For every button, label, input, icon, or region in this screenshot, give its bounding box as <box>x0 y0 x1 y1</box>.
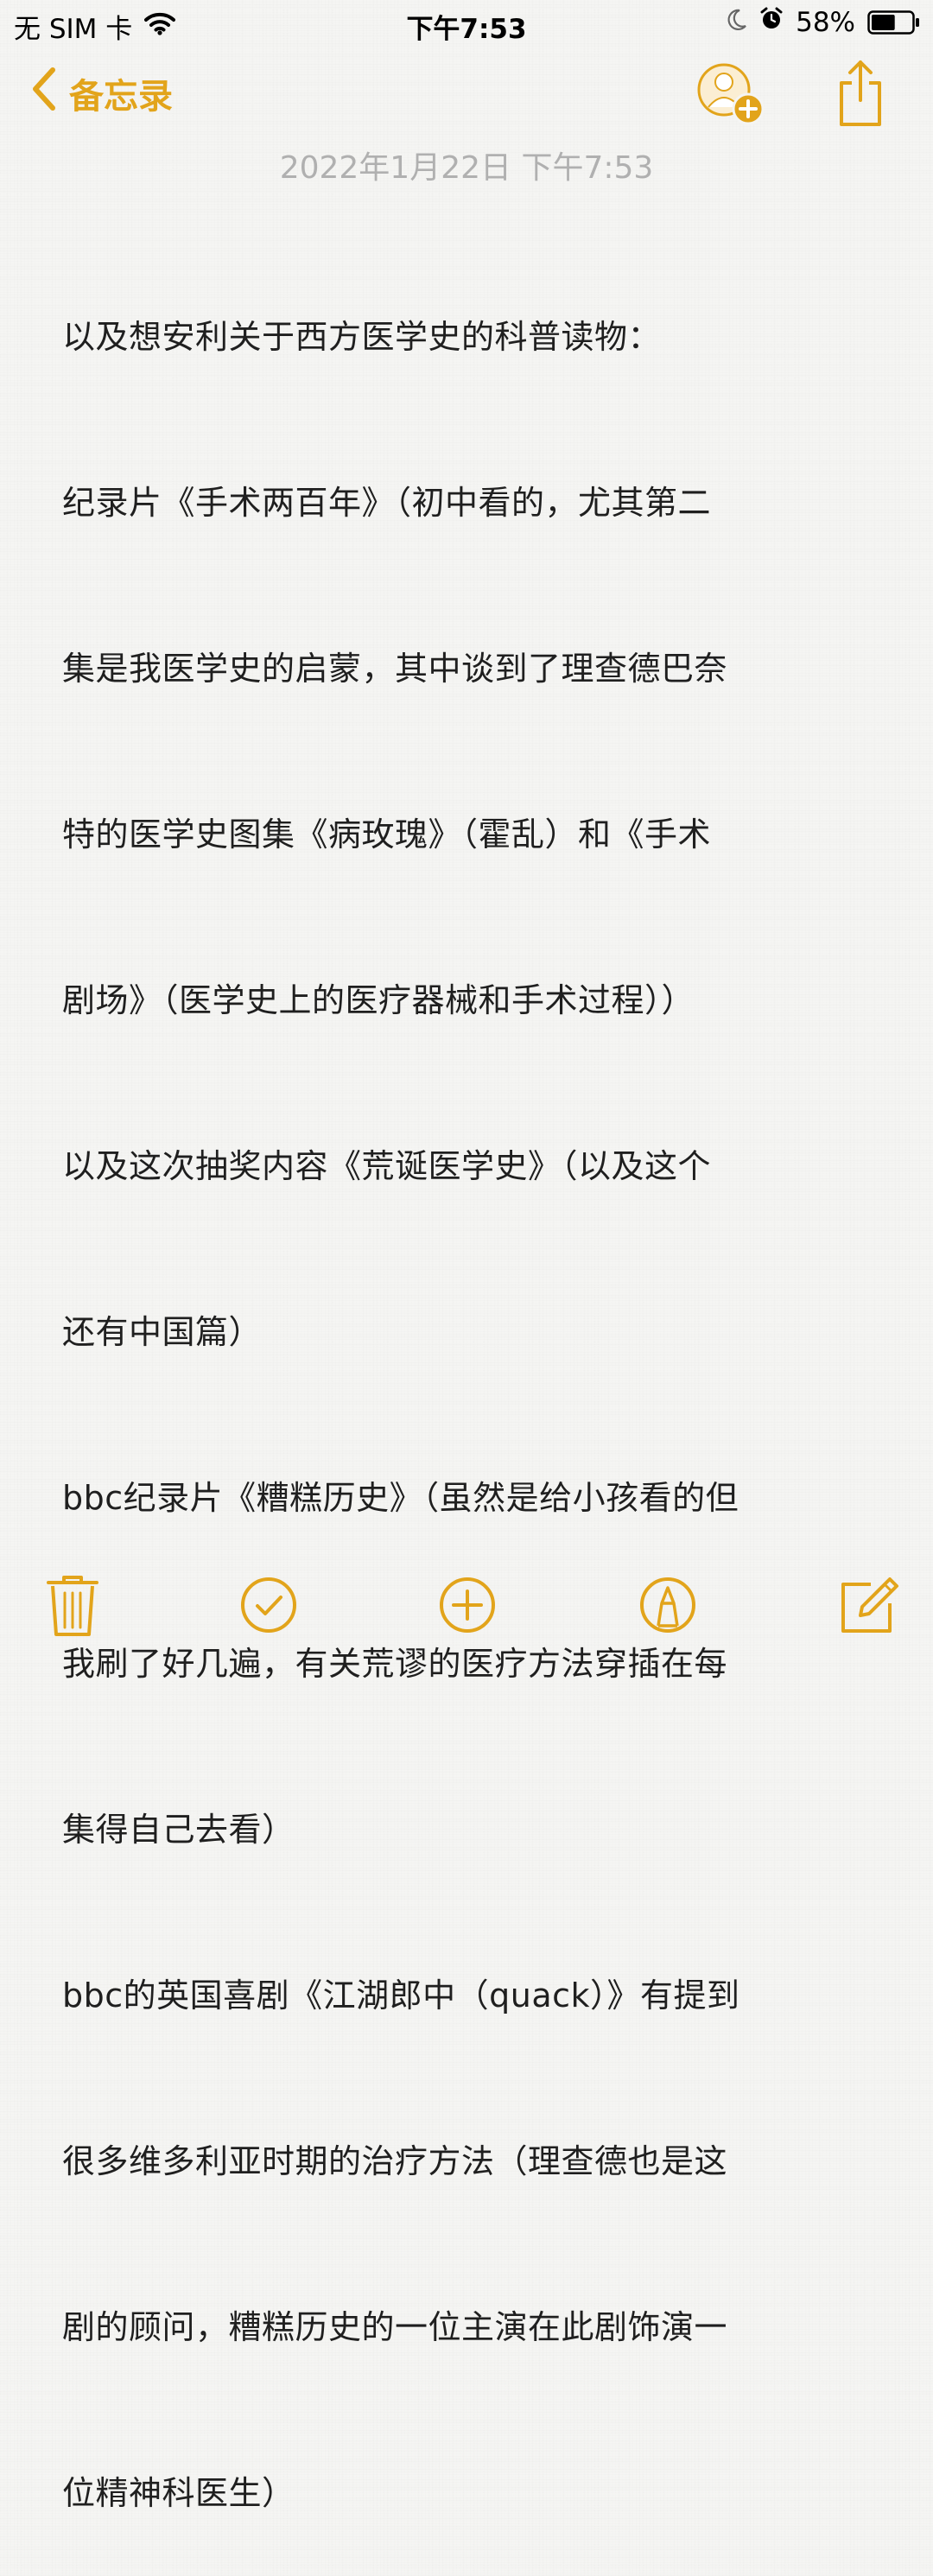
note-line: bbc的英国喜剧《江湖郎中（quack）》有提到 <box>62 1976 740 2014</box>
note-line: 位精神科医生） <box>62 2474 295 2512</box>
alarm-icon <box>759 7 784 38</box>
status-bar: 无 SIM 卡 下午7:53 58% <box>0 0 933 48</box>
note-line: 集是我医学史的启蒙，其中谈到了理查德巴奈 <box>62 650 728 688</box>
trash-icon <box>38 1576 107 1643</box>
battery-percent: 58% <box>796 7 855 38</box>
note-line: 以及想安利关于西方医学史的科普读物： <box>62 318 662 356</box>
checklist-button[interactable] <box>234 1570 303 1640</box>
add-person-button[interactable] <box>695 60 772 130</box>
note-line: 很多维多利亚时期的治疗方法（理查德也是这 <box>62 2142 728 2180</box>
note-body[interactable]: 以及想安利关于西方医学史的科普读物： 纪录片《手术两百年》（初中看的，尤其第二 … <box>62 199 892 2576</box>
back-button[interactable]: 备忘录 <box>31 67 173 119</box>
chevron-left-icon <box>31 67 57 120</box>
share-icon <box>836 60 885 133</box>
status-right: 58% <box>727 7 919 38</box>
note-date: 2022年1月22日 下午7:53 <box>279 150 654 186</box>
checklist-icon <box>234 1577 303 1643</box>
add-button[interactable] <box>433 1570 502 1640</box>
note-line: 纪录片《手术两百年》（初中看的，尤其第二 <box>62 484 712 522</box>
markup-button[interactable] <box>633 1570 702 1640</box>
back-label: 备忘录 <box>69 77 173 117</box>
note-line: 还有中国篇） <box>62 1313 263 1351</box>
markup-icon <box>633 1577 702 1643</box>
delete-button[interactable] <box>38 1570 107 1640</box>
share-button[interactable] <box>836 57 885 130</box>
note-line: bbc纪录片《糟糕历史》（虽然是给小孩看的但 <box>62 1479 739 1517</box>
bottom-toolbar <box>0 1570 933 1650</box>
note-line: 以及这次抽奖内容《荒诞医学史》（以及这个 <box>62 1147 712 1185</box>
moon-icon <box>727 7 747 38</box>
compose-icon <box>835 1577 904 1643</box>
note-line: 特的医学史图集《病玫瑰》（霍乱）和《手术 <box>62 815 712 853</box>
note-line: 剧的顾问，糟糕历史的一位主演在此剧饰演一 <box>62 2308 728 2346</box>
add-icon <box>433 1577 502 1643</box>
note-line: 剧场》（医学史上的医疗器械和手术过程）） <box>62 981 695 1019</box>
nav-bar: 备忘录 <box>0 48 933 138</box>
add-person-icon <box>695 63 772 133</box>
compose-button[interactable] <box>835 1570 904 1640</box>
note-line: 集得自己去看） <box>62 1811 295 1849</box>
battery-icon <box>867 10 919 35</box>
